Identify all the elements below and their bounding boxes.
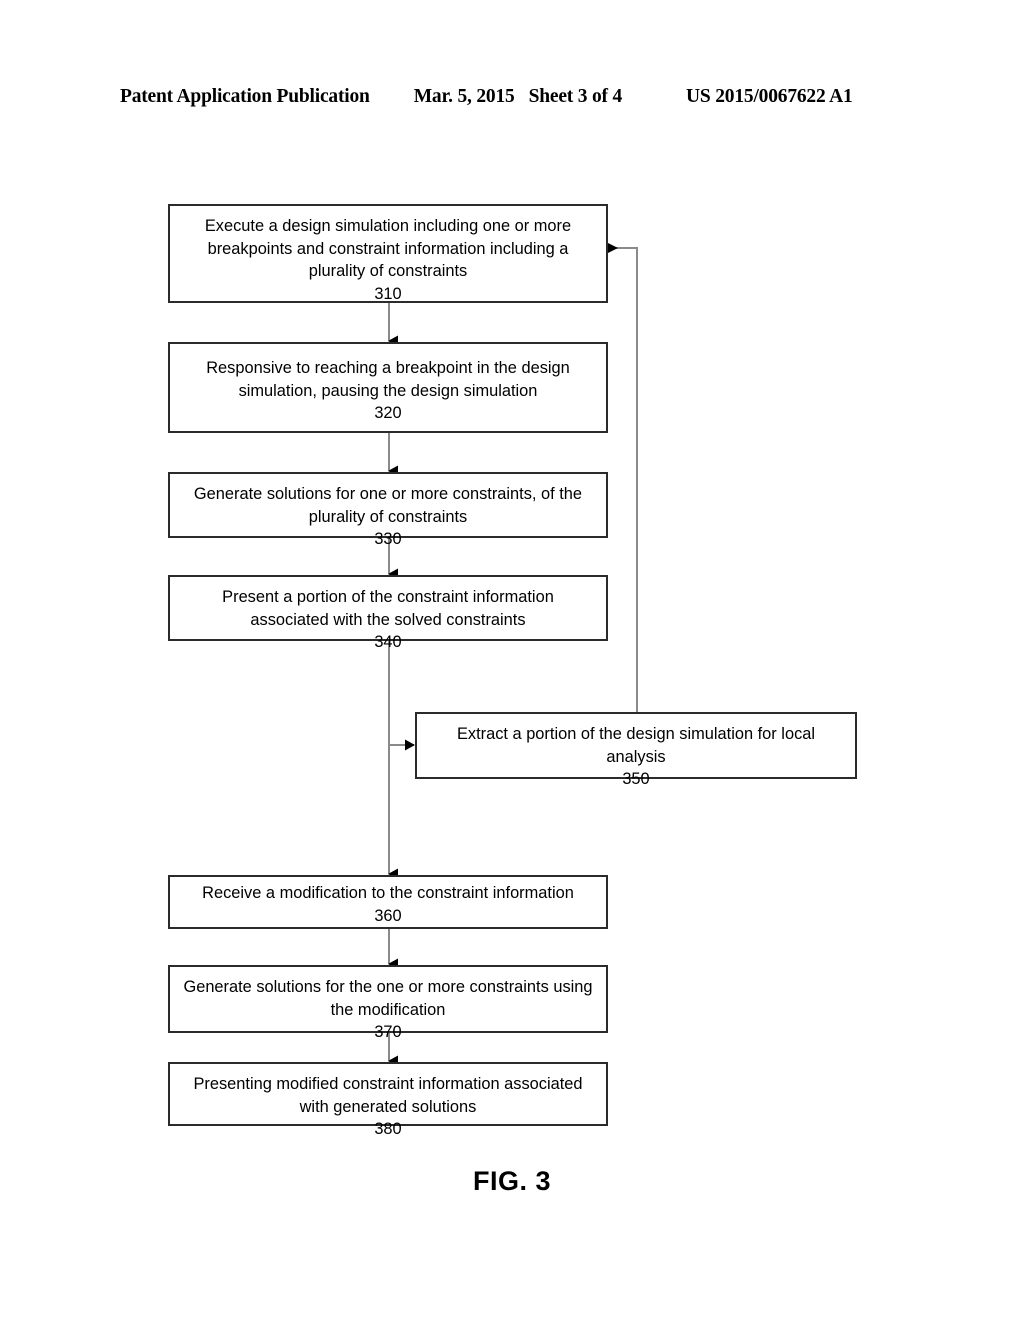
flow-box-310-ref: 310 (374, 284, 402, 303)
flow-box-320: Responsive to reaching a breakpoint in t… (168, 342, 608, 433)
figure-caption: FIG. 3 (472, 1166, 551, 1196)
flow-box-310-text: Execute a design simulation including on… (204, 217, 572, 280)
flow-box-330-text: Generate solutions for one or more const… (193, 485, 583, 526)
connector-350-310-feedback (607, 242, 638, 712)
flow-box-370: Generate solutions for the one or more c… (168, 965, 608, 1041)
flow-box-340-text: Present a portion of the constraint info… (222, 588, 554, 629)
flow-box-360-text: Receive a modification to the constraint… (202, 884, 574, 902)
flow-box-340-ref: 340 (374, 633, 402, 651)
flow-box-310: Execute a design simulation including on… (168, 204, 608, 303)
flow-box-350-text: Extract a portion of the design simulati… (456, 725, 816, 766)
flow-box-360-ref: 360 (374, 906, 402, 925)
flow-box-370-text: Generate solutions for the one or more c… (183, 978, 593, 1019)
flowchart: Execute a design simulation including on… (0, 0, 1024, 1320)
flow-box-320-ref: 320 (374, 404, 402, 422)
flow-box-360: Receive a modification to the constraint… (168, 875, 608, 929)
flow-box-330-ref: 330 (374, 530, 402, 548)
flow-box-320-text: Responsive to reaching a breakpoint in t… (206, 359, 570, 400)
flow-box-350: Extract a portion of the design simulati… (415, 712, 857, 788)
flow-box-330: Generate solutions for one or more const… (168, 472, 608, 548)
flow-box-380-ref: 380 (374, 1120, 402, 1138)
flow-box-380: Presenting modified constraint informati… (168, 1062, 608, 1138)
flow-box-340: Present a portion of the constraint info… (168, 575, 608, 651)
flow-box-350-ref: 350 (622, 770, 650, 788)
flow-box-380-text: Presenting modified constraint informati… (193, 1075, 583, 1116)
flow-box-370-ref: 370 (374, 1023, 402, 1041)
